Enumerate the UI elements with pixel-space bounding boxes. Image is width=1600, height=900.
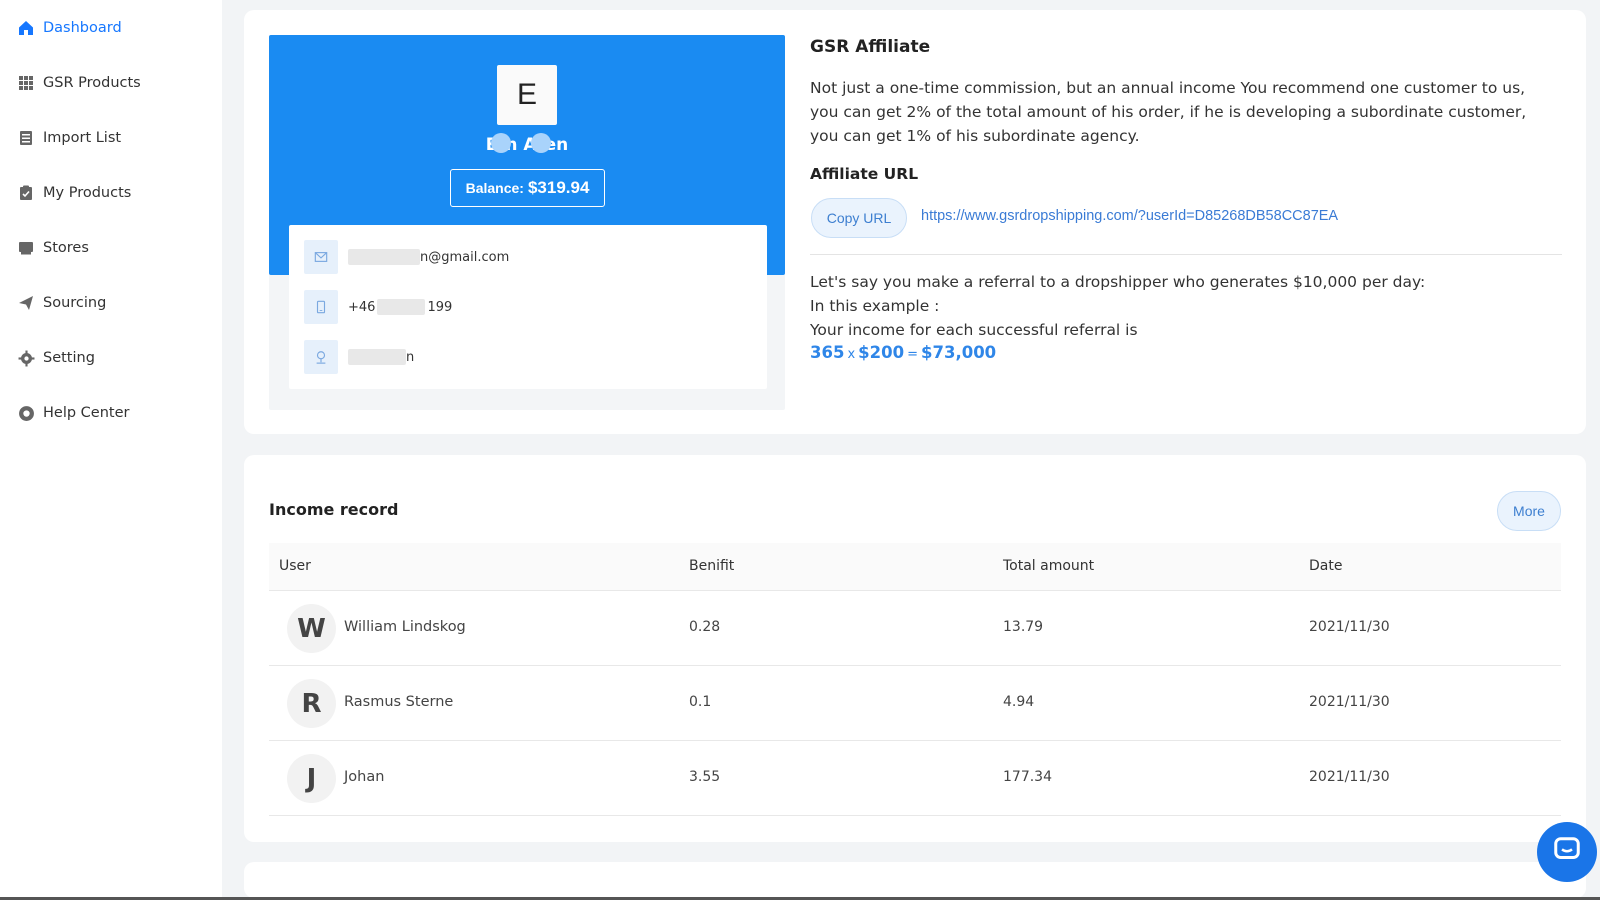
address-text: n — [406, 349, 415, 365]
sidebar-item-label: GSR Products — [43, 75, 141, 91]
avatar: E — [497, 65, 557, 125]
sidebar: Dashboard GSR Products Import List My Pr… — [0, 0, 222, 900]
table-row: J Johan 3.55 177.34 2021/11/30 — [269, 741, 1561, 816]
chat-button[interactable] — [1537, 822, 1597, 882]
sidebar-item-label: Stores — [43, 240, 89, 256]
grid-icon — [17, 74, 35, 92]
sidebar-item-import-list[interactable]: Import List — [17, 123, 121, 153]
email-row: n@gmail.com — [304, 240, 509, 274]
sidebar-item-label: Setting — [43, 350, 95, 366]
copy-url-button[interactable]: Copy URL — [811, 198, 907, 238]
column-header-total: Total amount — [1003, 558, 1095, 574]
date-value: 2021/11/30 — [1309, 694, 1390, 710]
referral-example: Let's say you make a referral to a drops… — [810, 273, 1426, 339]
store-icon — [17, 239, 35, 257]
home-icon — [17, 19, 35, 37]
total-amount-value: 4.94 — [1003, 694, 1035, 710]
user-name: Johan — [344, 769, 385, 785]
income-record-title: Income record — [269, 500, 399, 519]
date-value: 2021/11/30 — [1309, 769, 1390, 785]
divider — [810, 254, 1562, 255]
total-amount-value: 13.79 — [1003, 619, 1044, 635]
clipboard-icon — [17, 184, 35, 202]
sidebar-item-label: My Products — [43, 185, 132, 201]
sidebar-item-label: Help Center — [43, 405, 130, 421]
user-avatar: R — [287, 679, 336, 728]
more-button[interactable]: More — [1497, 491, 1561, 531]
column-header-benefit: Benifit — [689, 558, 735, 574]
sidebar-item-stores[interactable]: Stores — [17, 233, 89, 263]
address-row: n — [304, 340, 414, 374]
balance-badge: Balance: $319.94 — [450, 169, 605, 207]
help-icon — [17, 404, 35, 422]
user-name: Rasmus Sterne — [344, 694, 454, 710]
total-amount-value: 177.34 — [1003, 769, 1052, 785]
phone-icon — [304, 290, 338, 324]
email-text: n@gmail.com — [420, 249, 510, 265]
affiliate-description: Not just a one-time commission, but an a… — [810, 79, 1527, 145]
sidebar-item-gsr-products[interactable]: GSR Products — [17, 68, 141, 98]
phone-prefix: +46 — [348, 299, 376, 315]
benefit-value: 0.28 — [689, 619, 721, 635]
sidebar-item-label: Dashboard — [43, 20, 122, 36]
user-name: William Lindskog — [344, 619, 466, 635]
gear-icon — [17, 349, 35, 367]
date-value: 2021/11/30 — [1309, 619, 1390, 635]
user-avatar: W — [287, 604, 336, 653]
user-avatar: J — [287, 754, 336, 803]
benefit-value: 3.55 — [689, 769, 721, 785]
affiliate-url-link[interactable]: https://www.gsrdropshipping.com/?userId=… — [921, 208, 1338, 224]
sidebar-item-help-center[interactable]: Help Center — [17, 398, 129, 428]
location-icon — [304, 340, 338, 374]
affiliate-url-title: Affiliate URL — [810, 165, 919, 183]
paper-plane-icon — [17, 294, 35, 312]
sidebar-item-sourcing[interactable]: Sourcing — [17, 288, 106, 318]
chat-icon — [1552, 835, 1582, 869]
table-header: User Benifit Total amount Date — [269, 543, 1561, 591]
sidebar-item-label: Import List — [43, 130, 122, 146]
phone-row: +46 199 — [304, 290, 452, 324]
benefit-value: 0.1 — [689, 694, 712, 710]
phone-suffix: 199 — [427, 299, 453, 315]
affiliate-title: GSR Affiliate — [810, 37, 931, 57]
column-header-date: Date — [1309, 558, 1343, 574]
next-card — [244, 862, 1586, 898]
sidebar-item-my-products[interactable]: My Products — [17, 178, 131, 208]
profile-name: En Aen — [269, 133, 785, 155]
list-icon — [17, 129, 35, 147]
table-row: R Rasmus Sterne 0.1 4.94 2021/11/30 — [269, 666, 1561, 741]
sidebar-item-dashboard[interactable]: Dashboard — [17, 13, 122, 43]
column-header-user: User — [279, 558, 311, 574]
sidebar-item-setting[interactable]: Setting — [17, 343, 95, 373]
sidebar-item-label: Sourcing — [43, 295, 107, 311]
table-row: W William Lindskog 0.28 13.79 2021/11/30 — [269, 591, 1561, 666]
contact-info: n@gmail.com +46 199 n — [289, 225, 767, 389]
mail-icon — [304, 240, 338, 274]
income-formula: 365 x $200 = $73,000 — [810, 343, 997, 362]
